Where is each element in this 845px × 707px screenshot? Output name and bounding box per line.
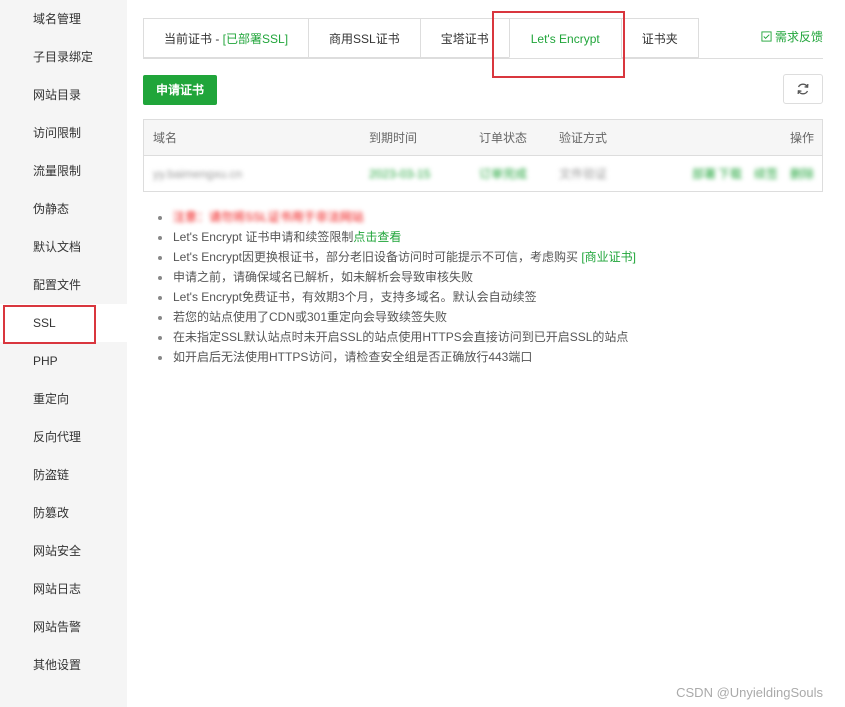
note-default-site: 在未指定SSL默认站点时未开启SSL的站点使用HTTPS会直接访问到已开启SSL…: [158, 327, 636, 347]
sidebar-item-site-log[interactable]: 网站日志: [0, 570, 127, 608]
sidebar-item-default-doc[interactable]: 默认文档: [0, 228, 127, 266]
note-dns: 申请之前，请确保域名已解析，如未解析会导致审核失败: [158, 267, 636, 287]
sidebar-item-reverse-proxy[interactable]: 反向代理: [0, 418, 127, 456]
col-expire: 到期时间: [369, 131, 418, 145]
col-domain: 域名: [153, 131, 178, 145]
note-port-443: 如开启后无法使用HTTPS访问，请检查安全组是否正确放行443端口: [158, 347, 636, 367]
sidebar-item-site-dir[interactable]: 网站目录: [0, 76, 127, 114]
view-limit-link[interactable]: 点击查看: [353, 230, 401, 244]
main-panel: 当前证书 - [已部署SSL] 商用SSL证书 宝塔证书 Let's Encry…: [143, 0, 823, 707]
sidebar-item-site-alert[interactable]: 网站告警: [0, 608, 127, 646]
tab-commercial-ssl[interactable]: 商用SSL证书: [308, 18, 421, 58]
row-domain: yy.baimengxu.cn: [153, 166, 243, 181]
tab-current-cert-label: 当前证书 -: [164, 32, 223, 46]
sidebar-item-subdir[interactable]: 子目录绑定: [0, 38, 127, 76]
sidebar-item-access-limit[interactable]: 访问限制: [0, 114, 127, 152]
sidebar-item-rewrite[interactable]: 伪静态: [0, 190, 127, 228]
note-cdn: 若您的站点使用了CDN或301重定向会导致续签失败: [158, 307, 636, 327]
sidebar-item-config[interactable]: 配置文件: [0, 266, 127, 304]
sidebar-item-hotlink[interactable]: 防盗链: [0, 456, 127, 494]
note-limit: Let's Encrypt 证书申请和续签限制点击查看: [158, 227, 636, 247]
feedback-label: 需求反馈: [774, 30, 823, 44]
apply-cert-button[interactable]: 申请证书: [143, 75, 217, 105]
tab-cert-folder[interactable]: 证书夹: [620, 18, 699, 58]
ssl-highlight-box: [3, 305, 96, 344]
tab-current-cert[interactable]: 当前证书 - [已部署SSL]: [143, 18, 310, 58]
row-delete-link[interactable]: 删除: [790, 165, 814, 182]
col-status: 订单状态: [479, 131, 528, 145]
sidebar-item-other[interactable]: 其他设置: [0, 646, 127, 684]
sidebar: 域名管理 子目录绑定 网站目录 访问限制 流量限制 伪静态 默认文档 配置文件 …: [0, 0, 127, 707]
sidebar-item-traffic-limit[interactable]: 流量限制: [0, 152, 127, 190]
row-renew-link[interactable]: 续签: [754, 165, 778, 182]
col-actions: 操作: [789, 131, 814, 145]
row-deploy-link[interactable]: 部署: [692, 165, 716, 182]
sidebar-item-php[interactable]: PHP: [0, 342, 127, 380]
sidebar-item-site-security[interactable]: 网站安全: [0, 532, 127, 570]
feedback-icon: [761, 31, 772, 42]
row-status: 订单完成: [479, 167, 528, 181]
sidebar-item-tamper[interactable]: 防篡改: [0, 494, 127, 532]
tab-current-cert-status: [已部署SSL]: [222, 32, 289, 46]
cert-table: 域名 到期时间 订单状态 验证方式 操作 yy.baimengxu.cn 202…: [143, 119, 823, 192]
refresh-button[interactable]: [783, 74, 823, 104]
sidebar-item-redirect[interactable]: 重定向: [0, 380, 127, 418]
table-header: 域名 到期时间 订单状态 验证方式 操作: [144, 120, 822, 156]
feedback-link[interactable]: 需求反馈: [761, 28, 823, 45]
row-expire: 2023-03-15: [369, 166, 431, 181]
table-row: yy.baimengxu.cn 2023-03-15 订单完成 文件验证 部署 …: [144, 156, 822, 191]
refresh-icon: [797, 83, 809, 95]
notes-list: 注意：请勿将SSL证书用于非法网站 Let's Encrypt 证书申请和续签限…: [158, 207, 636, 367]
col-verify: 验证方式: [559, 131, 608, 145]
note-warning: 注意：请勿将SSL证书用于非法网站: [158, 207, 636, 227]
commercial-cert-link[interactable]: [商业证书]: [581, 250, 636, 264]
row-download-link[interactable]: 下载: [718, 165, 742, 182]
row-verify: 文件验证: [559, 167, 608, 181]
note-root-cert: Let's Encrypt因更换根证书，部分老旧设备访问时可能提示不可信，考虑购…: [158, 247, 636, 267]
note-validity: Let's Encrypt免费证书，有效期3个月，支持多域名。默认会自动续签: [158, 287, 636, 307]
letsencrypt-highlight-box: [492, 11, 625, 78]
watermark: CSDN @UnyieldingSouls: [676, 685, 823, 700]
sidebar-item-domain[interactable]: 域名管理: [0, 0, 127, 38]
